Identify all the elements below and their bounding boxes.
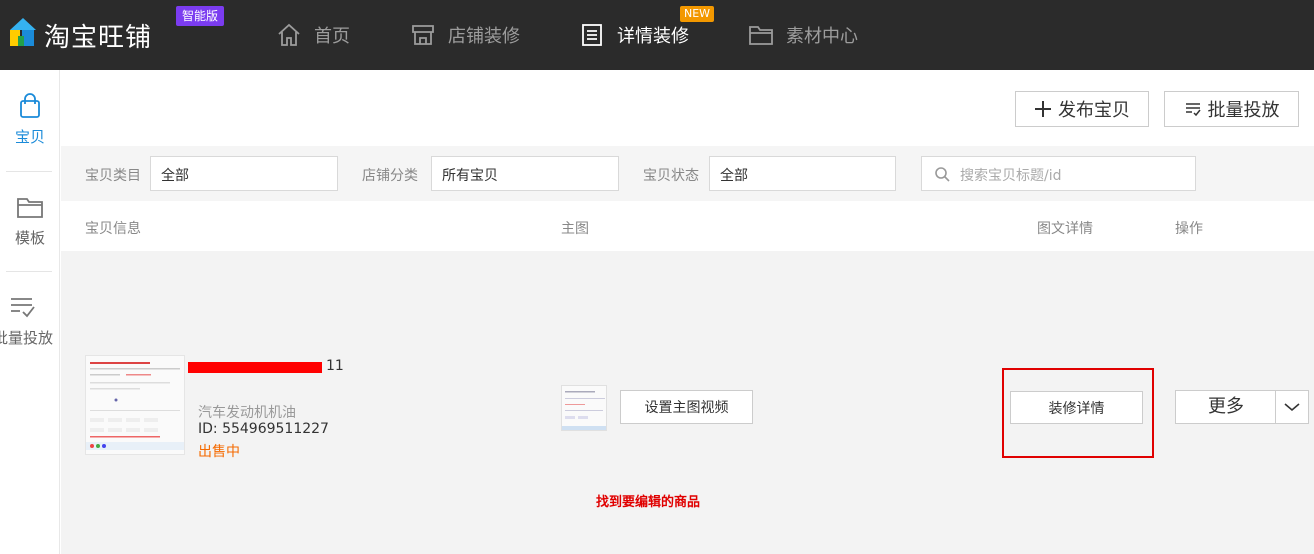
nav-shop-decoration[interactable]: 店铺装修 xyxy=(410,0,520,70)
sidebar-item-items-label: 宝贝 xyxy=(14,128,45,146)
detail-list-icon xyxy=(582,24,602,46)
decorate-detail-label: 装修详情 xyxy=(1048,400,1105,417)
item-thumbnail[interactable] xyxy=(85,355,185,455)
nav-home-label: 首页 xyxy=(314,26,350,47)
chevron-down-icon[interactable] xyxy=(1280,397,1304,417)
shop-category-select-value: 所有宝贝 xyxy=(442,168,498,184)
batch-list-icon xyxy=(11,298,35,318)
new-badge: NEW xyxy=(680,6,715,22)
more-divider xyxy=(1275,391,1276,423)
home-icon xyxy=(278,23,300,46)
item-main-image[interactable] xyxy=(561,385,607,431)
edition-badge: 智能版 xyxy=(176,6,225,26)
category-select[interactable]: 全部 xyxy=(150,156,338,191)
item-id: ID: 554969511227 xyxy=(198,421,329,437)
item-category: 汽车发动机机油 xyxy=(198,405,296,421)
nav-shop-decoration-label: 店铺装修 xyxy=(448,26,520,47)
folder-icon xyxy=(749,26,773,45)
batch-list-icon xyxy=(1185,103,1201,117)
sidebar-item-items[interactable]: 宝贝 xyxy=(0,70,60,170)
plus-icon xyxy=(1035,101,1051,117)
set-main-video-button[interactable]: 设置主图视频 xyxy=(620,390,753,424)
nav-home[interactable]: 首页 xyxy=(276,0,350,70)
category-filter-label: 宝贝类目 xyxy=(85,168,141,184)
nav-detail-decoration-label: 详情装修 xyxy=(617,26,689,47)
shop-category-select[interactable]: 所有宝贝 xyxy=(431,156,619,191)
batch-deploy-button[interactable]: 批量投放 xyxy=(1164,91,1299,127)
decorate-detail-button[interactable]: 装修详情 xyxy=(1010,391,1143,424)
shop-category-filter-label: 店铺分类 xyxy=(362,168,418,184)
search-input[interactable]: 搜索宝贝标题/id xyxy=(921,156,1196,191)
item-status: 出售中 xyxy=(198,444,240,460)
more-label: 更多 xyxy=(1208,396,1244,417)
filter-bar: 宝贝类目 全部 店铺分类 所有宝贝 宝贝状态 全部 搜索宝贝标题/id xyxy=(61,146,1314,201)
redaction-mark xyxy=(188,362,322,373)
shop-icon xyxy=(412,25,434,45)
nav-detail-decoration[interactable]: 详情装修 xyxy=(579,0,689,70)
nav-material-center[interactable]: 素材中心 xyxy=(748,0,858,70)
item-title[interactable]: 11 xyxy=(326,358,344,374)
top-navigation-bar: 淘宝旺铺 智能版 首页 店铺装修 详情装修 NEW 素材中心 xyxy=(0,0,1314,70)
search-icon xyxy=(935,167,950,182)
sidebar-item-batch-label: 批量投放 xyxy=(0,329,53,347)
sidebar-item-templates-label: 模板 xyxy=(14,229,45,247)
column-header-item-info: 宝贝信息 xyxy=(85,221,141,237)
publish-item-button[interactable]: 发布宝贝 xyxy=(1015,91,1149,127)
sidebar-item-templates[interactable]: 模板 xyxy=(0,171,60,271)
publish-item-label: 发布宝贝 xyxy=(1058,100,1130,121)
status-filter-label: 宝贝状态 xyxy=(643,168,699,184)
folder-icon xyxy=(17,198,43,218)
column-header-main-image: 主图 xyxy=(561,221,589,237)
category-select-value: 全部 xyxy=(161,168,189,184)
column-header-detail: 图文详情 xyxy=(1037,221,1093,237)
set-main-video-label: 设置主图视频 xyxy=(644,400,729,416)
search-placeholder: 搜索宝贝标题/id xyxy=(960,168,1062,184)
item-thumbnail-image xyxy=(86,356,184,454)
column-header-actions: 操作 xyxy=(1175,221,1203,237)
more-dropdown[interactable]: 更多 xyxy=(1175,390,1309,424)
nav-material-center-label: 素材中心 xyxy=(786,26,858,47)
annotation-text: 找到要编辑的商品 xyxy=(596,495,701,510)
status-select-value: 全部 xyxy=(720,168,748,184)
app-title: 淘宝旺铺 xyxy=(44,23,153,53)
sidebar-item-batch[interactable]: 批量投放 xyxy=(0,271,60,371)
bag-icon xyxy=(20,93,40,118)
taobao-store-logo-icon[interactable] xyxy=(8,16,38,48)
sidebar: 宝贝 模板 批量投放 xyxy=(0,70,60,554)
batch-deploy-label: 批量投放 xyxy=(1207,100,1280,121)
item-main-image-thumbnail xyxy=(562,386,606,430)
status-select[interactable]: 全部 xyxy=(709,156,896,191)
